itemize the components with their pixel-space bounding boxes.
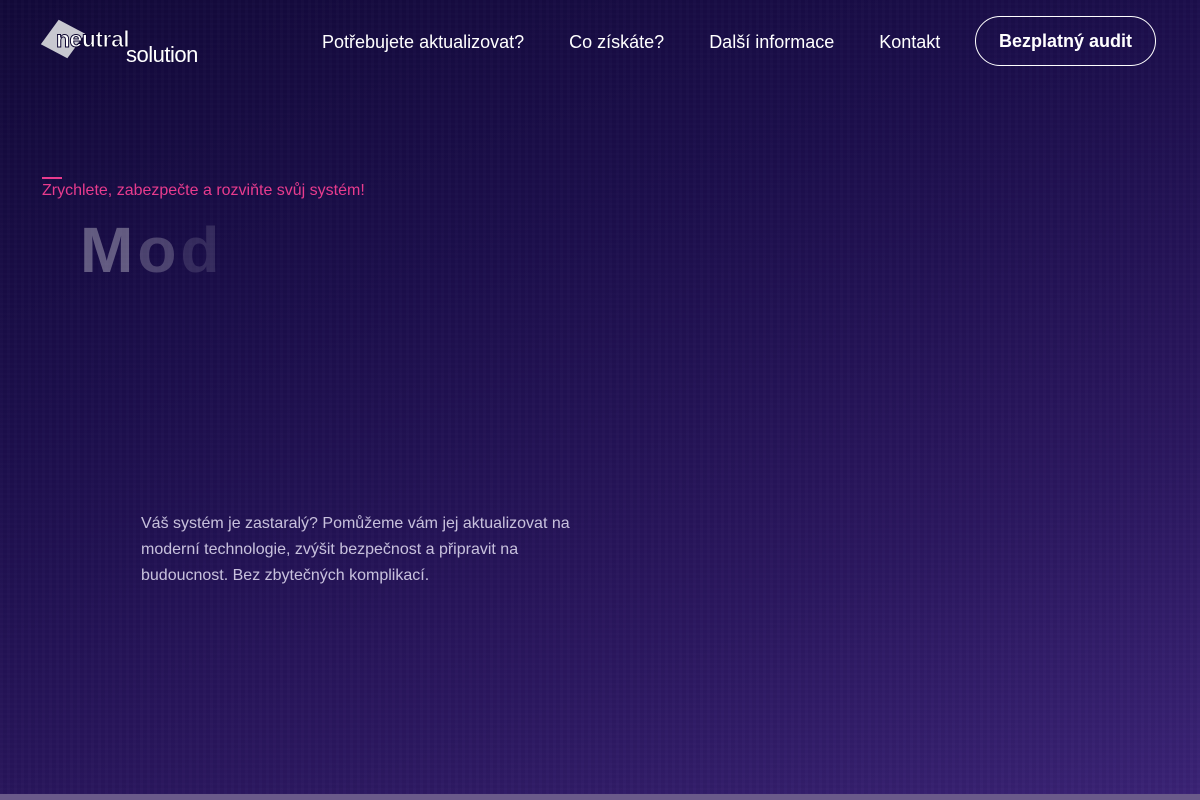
nav-link-potrebujete-aktualizovat[interactable]: Potřebujete aktualizovat? xyxy=(322,32,524,53)
brand-logo[interactable]: neutral solution xyxy=(40,18,236,68)
hero-eyebrow: Zrychlete, zabezpečte a rozviňte svůj sy… xyxy=(42,182,365,199)
hero-title-char: o xyxy=(137,214,181,286)
logo-word-neutral: neutral xyxy=(55,26,130,52)
hero-title-char: M xyxy=(80,214,138,286)
hero-title: Mod xyxy=(80,214,224,288)
logo-word-solution: solution xyxy=(126,42,198,67)
site-header: neutral solution Potřebujete aktualizova… xyxy=(0,0,1200,84)
bottom-strip xyxy=(0,794,1200,800)
hero-intro-text: Váš systém je zastaralý? Pomůžeme vám je… xyxy=(141,515,570,584)
eyebrow-accent-line xyxy=(42,177,62,179)
background-texture xyxy=(0,0,1200,800)
hero-title-char: d xyxy=(180,214,224,286)
nav-link-co-ziskate[interactable]: Co získáte? xyxy=(569,32,664,53)
main-nav: Potřebujete aktualizovat? Co získáte? Da… xyxy=(300,0,985,84)
free-audit-button[interactable]: Bezplatný audit xyxy=(975,16,1156,66)
nav-link-dalsi-informace[interactable]: Další informace xyxy=(709,32,834,53)
nav-link-kontakt[interactable]: Kontakt xyxy=(879,32,940,53)
